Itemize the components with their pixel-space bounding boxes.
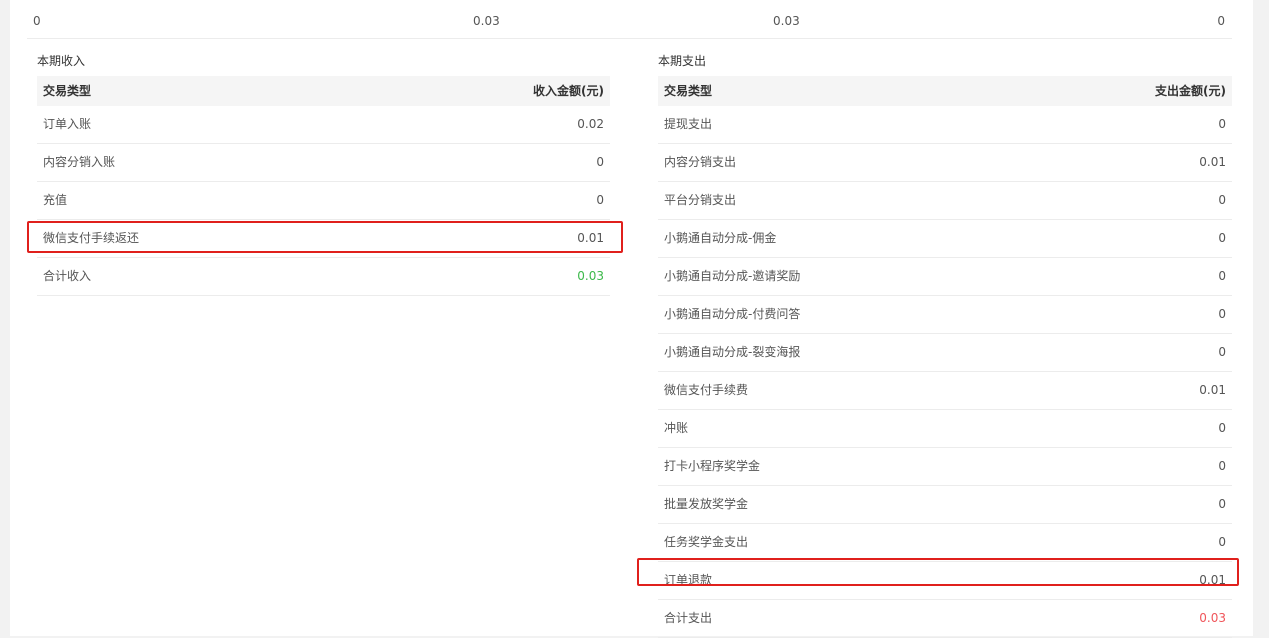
summary-row: 0 0.03 0.03 0 (27, 6, 1232, 39)
income-row: 充值 0 (37, 182, 610, 220)
expense-row-type: 内容分销支出 (664, 155, 737, 169)
expense-header-amount: 支出金额(元) (1155, 84, 1226, 98)
income-header-type: 交易类型 (43, 84, 92, 98)
income-header-amount: 收入金额(元) (533, 84, 604, 98)
expense-row-type: 冲账 (664, 421, 689, 435)
expense-row: 微信支付手续费 0.01 (658, 372, 1232, 410)
income-row-type: 充值 (43, 193, 68, 207)
expense-row-amount: 0 (1218, 345, 1226, 359)
expense-total-row: 合计支出 0.03 (658, 600, 1232, 638)
expense-title: 本期支出 (658, 54, 707, 68)
income-row-amount: 0.01 (577, 231, 604, 245)
expense-row-amount: 0.01 (1199, 573, 1226, 587)
expense-row-type: 小鹅通自动分成-裂变海报 (664, 345, 801, 359)
expense-row-amount: 0 (1218, 307, 1226, 321)
expense-row-amount: 0 (1218, 269, 1226, 283)
expense-row-type: 订单退款 (664, 573, 713, 587)
expense-row-type: 任务奖学金支出 (664, 535, 749, 549)
expense-row-amount: 0.01 (1199, 383, 1226, 397)
expense-row-type: 批量发放奖学金 (664, 497, 749, 511)
income-title: 本期收入 (37, 54, 86, 68)
expense-row-type: 小鹅通自动分成-佣金 (664, 231, 777, 245)
expense-row-amount: 0 (1218, 535, 1226, 549)
expense-row-amount: 0 (1218, 421, 1226, 435)
expense-row: 任务奖学金支出 0 (658, 524, 1232, 562)
income-row-amount: 0.02 (577, 117, 604, 131)
expense-row-type: 小鹅通自动分成-邀请奖励 (664, 269, 801, 283)
income-section: 本期收入 交易类型 收入金额(元) 订单入账 0.02 内容分销入账 0 充值 … (37, 48, 610, 296)
expense-row: 订单退款 0.01 (658, 562, 1232, 600)
expense-row-amount: 0 (1218, 231, 1226, 245)
expense-total-label: 合计支出 (664, 611, 713, 625)
expense-row-amount: 0 (1218, 117, 1226, 131)
income-table-header: 交易类型 收入金额(元) (37, 76, 610, 106)
expense-row: 小鹅通自动分成-裂变海报 0 (658, 334, 1232, 372)
summary-value-3: 0.03 (773, 14, 800, 28)
expense-row-amount: 0 (1218, 459, 1226, 473)
income-row-type: 内容分销入账 (43, 155, 116, 169)
expense-row: 提现支出 0 (658, 106, 1232, 144)
summary-value-1: 0 (33, 14, 41, 28)
expense-row-amount: 0.01 (1199, 155, 1226, 169)
income-total-row: 合计收入 0.03 (37, 258, 610, 296)
expense-row-amount: 0 (1218, 193, 1226, 207)
income-row-type: 微信支付手续返还 (43, 231, 140, 245)
income-total-amount: 0.03 (577, 269, 604, 283)
expense-row: 小鹅通自动分成-邀请奖励 0 (658, 258, 1232, 296)
page-scrollbar[interactable] (1257, 0, 1269, 636)
expense-row-type: 小鹅通自动分成-付费问答 (664, 307, 801, 321)
expense-row: 冲账 0 (658, 410, 1232, 448)
expense-row: 内容分销支出 0.01 (658, 144, 1232, 182)
expense-row-type: 微信支付手续费 (664, 383, 749, 397)
expense-row: 批量发放奖学金 0 (658, 486, 1232, 524)
income-row-type: 订单入账 (43, 117, 92, 131)
expense-row: 平台分销支出 0 (658, 182, 1232, 220)
expense-row-type: 打卡小程序奖学金 (664, 459, 761, 473)
expense-row: 小鹅通自动分成-佣金 0 (658, 220, 1232, 258)
expense-row: 打卡小程序奖学金 0 (658, 448, 1232, 486)
expense-row-amount: 0 (1218, 497, 1226, 511)
income-row-amount: 0 (596, 155, 604, 169)
income-row: 订单入账 0.02 (37, 106, 610, 144)
expense-row-type: 平台分销支出 (664, 193, 737, 207)
income-row: 微信支付手续返还 0.01 (37, 220, 610, 258)
income-total-label: 合计收入 (43, 269, 92, 283)
expense-section: 本期支出 交易类型 支出金额(元) 提现支出 0 内容分销支出 0.01 平台分… (658, 48, 1232, 638)
expense-table-header: 交易类型 支出金额(元) (658, 76, 1232, 106)
expense-row: 小鹅通自动分成-付费问答 0 (658, 296, 1232, 334)
income-row-amount: 0 (596, 193, 604, 207)
income-row: 内容分销入账 0 (37, 144, 610, 182)
expense-row-type: 提现支出 (664, 117, 713, 131)
summary-value-2: 0.03 (473, 14, 500, 28)
expense-total-amount: 0.03 (1199, 611, 1226, 625)
expense-header-type: 交易类型 (664, 84, 713, 98)
summary-value-4: 0 (1217, 14, 1225, 28)
